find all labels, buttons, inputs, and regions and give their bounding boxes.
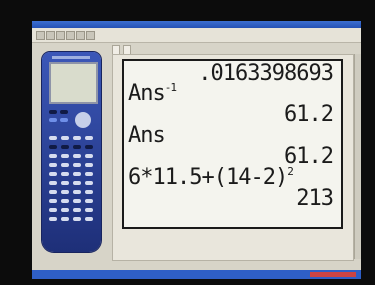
key[interactable]	[49, 172, 57, 176]
title-bar	[32, 21, 361, 28]
key[interactable]	[60, 110, 68, 114]
calculator-logo	[52, 56, 90, 59]
key[interactable]	[73, 145, 81, 149]
key[interactable]	[73, 154, 81, 158]
key[interactable]	[85, 190, 93, 194]
screen-line-6: 6*11.5+(14-2)2	[128, 165, 294, 190]
key[interactable]	[73, 199, 81, 203]
key[interactable]	[61, 217, 69, 221]
key[interactable]	[61, 190, 69, 194]
screen-line-2: Ans-1	[128, 81, 177, 106]
app-window: .0163398693 Ans-1 61.2 Ans 61.2 6*11.5+(…	[32, 21, 361, 279]
key[interactable]	[49, 145, 57, 149]
key[interactable]	[61, 145, 69, 149]
toolbar-button-6[interactable]	[86, 31, 95, 40]
key[interactable]	[61, 154, 69, 158]
taskbar	[32, 270, 361, 279]
key[interactable]	[49, 163, 57, 167]
key[interactable]	[73, 190, 81, 194]
key[interactable]	[49, 217, 57, 221]
key[interactable]	[85, 199, 93, 203]
key[interactable]	[61, 136, 69, 140]
toolbar-button-2[interactable]	[46, 31, 55, 40]
key[interactable]	[73, 172, 81, 176]
toolbar	[32, 28, 361, 43]
calculator-screen-enlarged: .0163398693 Ans-1 61.2 Ans 61.2 6*11.5+(…	[122, 59, 343, 229]
key[interactable]	[85, 163, 93, 167]
key[interactable]	[49, 199, 57, 203]
key[interactable]	[49, 118, 57, 122]
key[interactable]	[61, 172, 69, 176]
arrow-pad[interactable]	[75, 112, 91, 128]
key[interactable]	[85, 145, 93, 149]
key[interactable]	[61, 163, 69, 167]
key[interactable]	[61, 208, 69, 212]
toolbar-button-4[interactable]	[66, 31, 75, 40]
key[interactable]	[61, 181, 69, 185]
key[interactable]	[73, 163, 81, 167]
key[interactable]	[85, 172, 93, 176]
key[interactable]	[73, 217, 81, 221]
key[interactable]	[85, 154, 93, 158]
scroll-bar[interactable]	[354, 54, 361, 259]
calculator-lcd	[49, 62, 98, 104]
key[interactable]	[73, 181, 81, 185]
key[interactable]	[49, 136, 57, 140]
key[interactable]	[85, 217, 93, 221]
key[interactable]	[49, 181, 57, 185]
screen-line-4: Ans	[128, 123, 166, 148]
screen-line-1: .0163398693	[198, 61, 334, 86]
screen-line-3: 61.2	[284, 102, 334, 127]
key[interactable]	[60, 118, 68, 122]
key[interactable]	[73, 208, 81, 212]
key[interactable]	[49, 190, 57, 194]
key[interactable]	[49, 110, 57, 114]
toolbar-button-3[interactable]	[56, 31, 65, 40]
key[interactable]	[85, 181, 93, 185]
key[interactable]	[73, 136, 81, 140]
calculator-image[interactable]	[42, 52, 101, 252]
key[interactable]	[85, 136, 93, 140]
tab-strip	[112, 45, 131, 56]
key[interactable]	[61, 199, 69, 203]
toolbar-button-5[interactable]	[76, 31, 85, 40]
toolbar-button-1[interactable]	[36, 31, 45, 40]
taskbar-tray[interactable]	[310, 272, 356, 277]
key[interactable]	[85, 208, 93, 212]
key[interactable]	[49, 208, 57, 212]
screen-line-7: 213	[296, 186, 334, 211]
key[interactable]	[49, 154, 57, 158]
